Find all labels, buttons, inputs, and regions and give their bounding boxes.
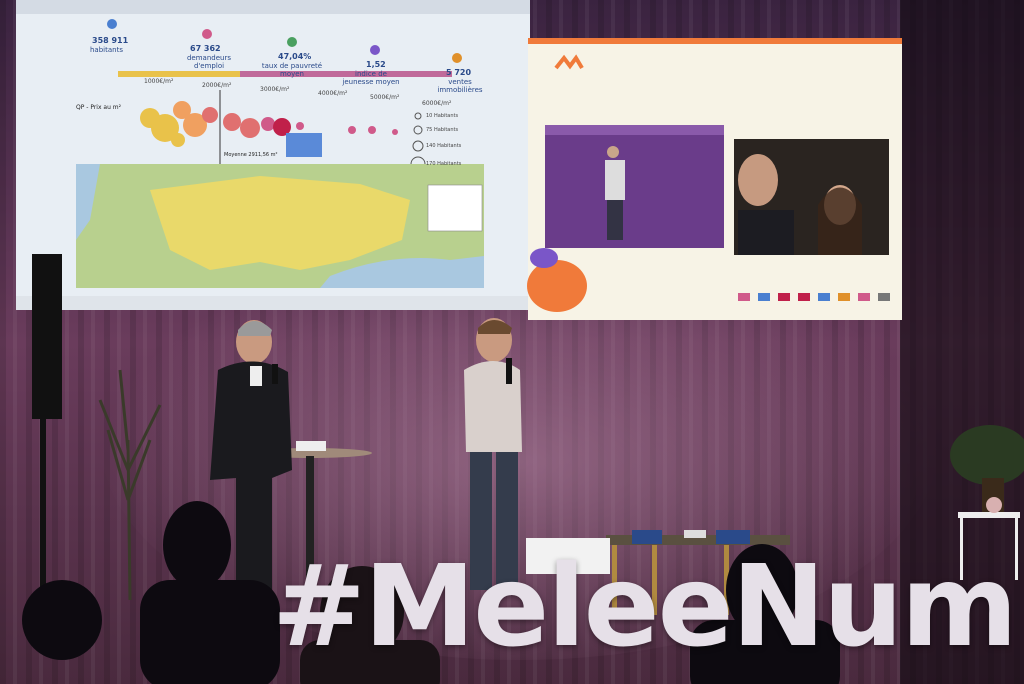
map bbox=[76, 164, 484, 288]
video-tile-speaker bbox=[545, 125, 724, 248]
speaker-box bbox=[32, 254, 62, 419]
left-projection-screen bbox=[16, 0, 530, 310]
stage-letters: #MeleeNum bbox=[272, 542, 1012, 672]
right-projection-screen bbox=[527, 38, 902, 320]
